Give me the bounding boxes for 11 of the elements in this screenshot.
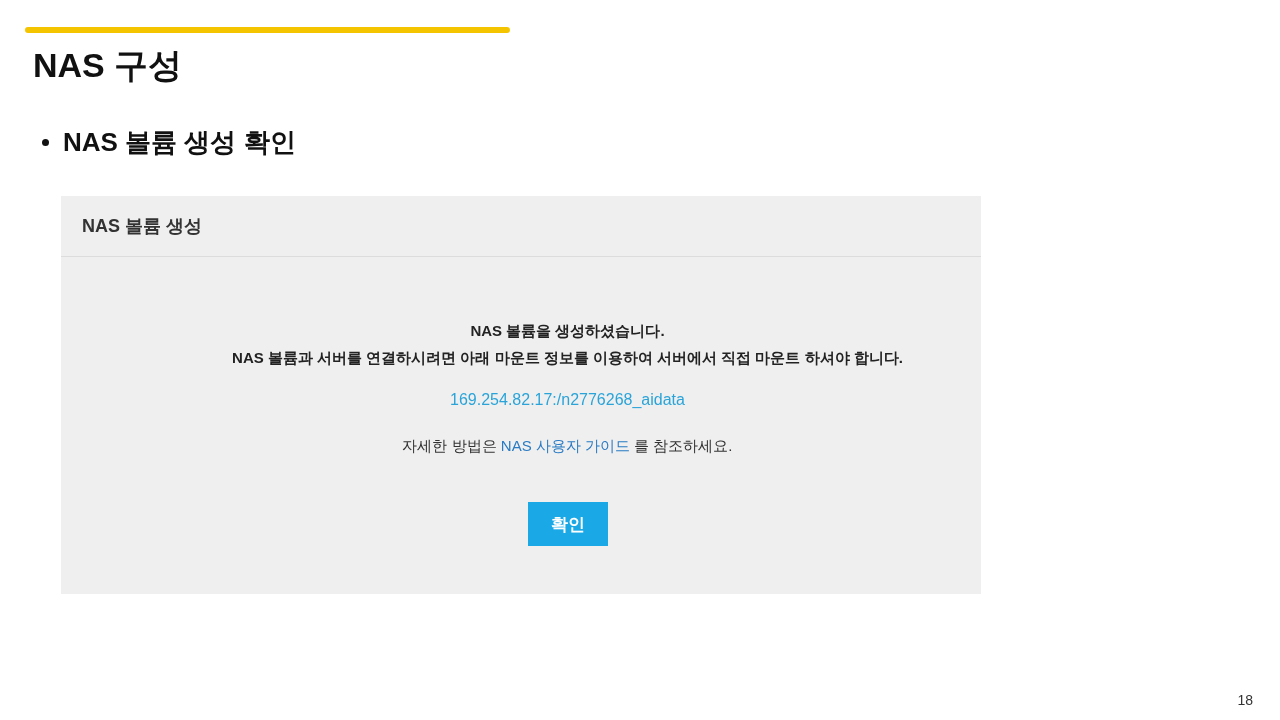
confirm-button[interactable]: 확인: [527, 502, 608, 546]
bullet-text: NAS 볼륨 생성 확인: [63, 126, 296, 159]
user-guide-link[interactable]: NAS 사용자 가이드: [500, 437, 630, 454]
page-number: 18: [1237, 692, 1253, 708]
dialog-title: NAS 볼륨 생성: [61, 196, 981, 257]
slide-title: NAS 구성: [33, 45, 183, 86]
message-text: NAS 볼륨을 생성하셨습니다.: [469, 321, 666, 341]
message-text: NAS 볼륨과 서버를 연결하시려면 아래 마운트 정보를 이용하여 서버에서 직접 마운트 하셔야 합니다.: [232, 348, 903, 368]
guide-sentence: 자세한 방법은 NAS 사용자 가이드 를 참조하세요.: [402, 437, 733, 456]
bullet-icon: [42, 138, 49, 146]
mount-path-text: 169.254.82.17:/n2776268_aidata: [450, 391, 685, 409]
